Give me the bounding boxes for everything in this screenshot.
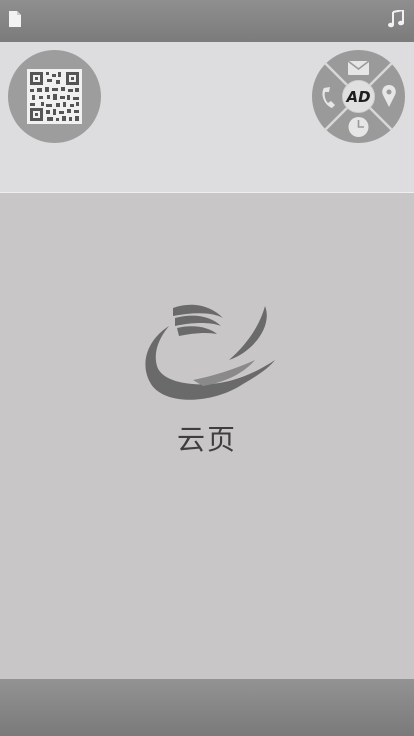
brand-logo-icon[interactable]: AD xyxy=(342,80,375,113)
main-content: 云页 xyxy=(0,193,414,679)
qr-code-button[interactable] xyxy=(8,50,101,143)
qr-code-icon xyxy=(27,69,82,124)
bottom-bar xyxy=(0,679,414,736)
music-note-icon[interactable] xyxy=(388,8,404,32)
clock-icon[interactable] xyxy=(348,117,369,137)
mail-icon[interactable] xyxy=(347,60,370,75)
header-panel: AD xyxy=(0,42,414,193)
top-bar xyxy=(0,0,414,42)
svg-text:AD: AD xyxy=(345,88,370,106)
nav-wheel: AD xyxy=(312,50,405,143)
swoosh-logo-icon xyxy=(145,304,275,400)
document-icon[interactable] xyxy=(8,10,22,32)
brand-title: 云页 xyxy=(176,423,237,456)
